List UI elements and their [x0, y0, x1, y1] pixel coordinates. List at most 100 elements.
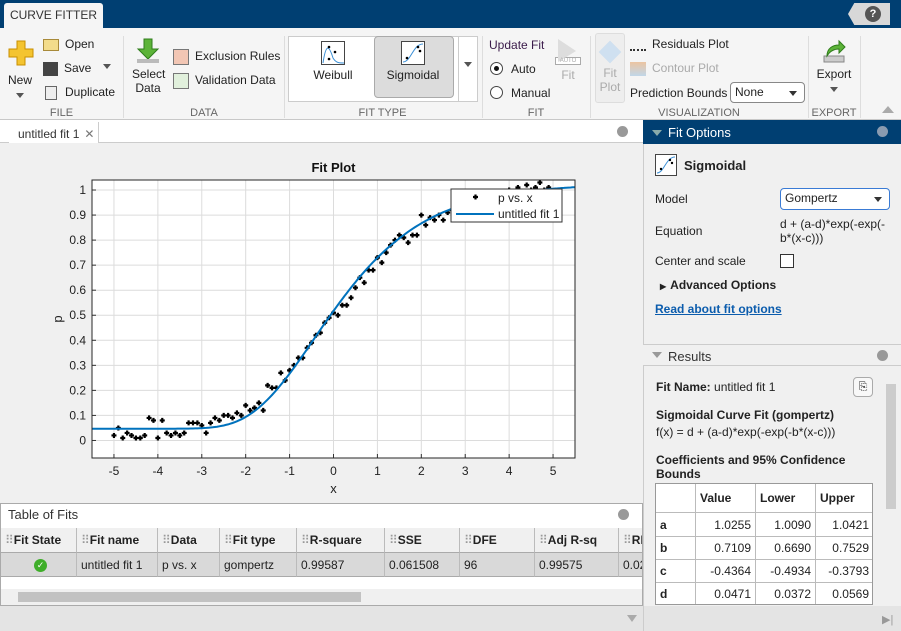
- data-label: Data: [135, 81, 161, 95]
- y-tick-label: 0.6: [69, 283, 86, 297]
- scroll-thumb[interactable]: [886, 384, 896, 509]
- table-cell[interactable]: 0.99575: [535, 553, 619, 577]
- y-tick-label: 0.2: [69, 383, 86, 397]
- column-header: Upper: [816, 484, 872, 513]
- fit-label: Fit: [561, 68, 575, 82]
- column-header-sse[interactable]: ⠿SSE: [385, 528, 460, 553]
- fit-plot-label: Fit: [603, 66, 617, 80]
- model-dropdown[interactable]: Gompertz: [780, 188, 890, 210]
- export-button[interactable]: Export: [812, 38, 856, 96]
- manual-radio[interactable]: [490, 86, 503, 99]
- tab-curve-fitter[interactable]: CURVE FITTER: [4, 3, 103, 28]
- results-scrollbar[interactable]: [884, 380, 898, 605]
- contour-plot-button[interactable]: Contour Plot: [630, 61, 719, 76]
- fit-type-weibull[interactable]: Weibull: [300, 41, 366, 82]
- fit-type-title: Sigmoidal: [684, 158, 747, 173]
- table-cell[interactable]: gompertz: [220, 553, 297, 577]
- center-scale-checkbox[interactable]: [780, 254, 794, 268]
- results-formula: f(x) = d + (a-d)*exp(-exp(-b*(x-c))): [656, 425, 836, 439]
- table-cell[interactable]: 0.02: [619, 553, 642, 577]
- save-button[interactable]: Save: [43, 61, 112, 76]
- collapse-ribbon-icon[interactable]: [882, 106, 894, 113]
- prediction-bounds-label: Prediction Bounds: [630, 86, 728, 100]
- export-icon: [823, 39, 846, 63]
- table-cell[interactable]: 96: [460, 553, 535, 577]
- x-tick-label: 1: [374, 464, 381, 478]
- table-cell[interactable]: untitled fit 1: [77, 553, 158, 577]
- panel-menu-icon[interactable]: [877, 126, 888, 137]
- column-header-adj-r-sq[interactable]: ⠿Adj R-sq: [535, 528, 619, 553]
- weibull-icon: [321, 41, 345, 65]
- fit-plot-chart[interactable]: -5 -4 -3 -2 -1 0 1 2 3 4 5 0 0.1 0.2 0.3 0.4 0.5 0.6 0.7 0.…: [0, 143, 643, 501]
- read-about-fit-options-link[interactable]: Read about fit options: [655, 302, 782, 316]
- check-circle-icon: ✓: [34, 559, 47, 573]
- column-header-fit-type[interactable]: ⠿Fit type: [220, 528, 297, 553]
- select-data-button[interactable]: Select Data: [132, 38, 165, 95]
- prediction-bounds-dropdown[interactable]: None: [730, 82, 805, 103]
- fit-state-cell[interactable]: ✓: [1, 553, 77, 577]
- table-cell[interactable]: 0.061508: [385, 553, 460, 577]
- expand-icon[interactable]: [627, 615, 637, 627]
- exclusion-rules-icon: [173, 49, 189, 65]
- close-icon[interactable]: ✕: [84, 127, 94, 141]
- fit-name-label: Fit Name:: [656, 380, 711, 394]
- column-header-fit-name[interactable]: ⠿Fit name: [77, 528, 158, 553]
- validation-data-button[interactable]: Validation Data: [173, 73, 276, 89]
- fit-plot-button[interactable]: Fit Plot: [595, 33, 625, 103]
- collapse-icon[interactable]: [652, 130, 662, 141]
- update-fit-label: Update Fit: [489, 38, 545, 52]
- new-button[interactable]: New: [8, 40, 34, 102]
- table-cell[interactable]: p vs. x: [158, 553, 220, 577]
- table-cell: 0.6690: [756, 537, 816, 560]
- data-section-label: DATA: [190, 107, 218, 119]
- open-button[interactable]: Open: [43, 37, 94, 51]
- fit-options-header[interactable]: Fit Options: [643, 120, 901, 144]
- table-cell[interactable]: 0.99587: [297, 553, 385, 577]
- y-tick-label: 0.5: [69, 308, 86, 322]
- y-tick-label: 0.9: [69, 208, 86, 222]
- y-tick-label: 0.8: [69, 233, 86, 247]
- x-tick-label: -5: [109, 464, 120, 478]
- panel-menu-icon[interactable]: [617, 126, 628, 137]
- gallery-expand-button[interactable]: [458, 36, 478, 102]
- scroll-thumb[interactable]: [18, 592, 361, 602]
- fits-horizontal-scrollbar[interactable]: [1, 589, 642, 605]
- copy-results-button[interactable]: ⎘: [853, 377, 873, 397]
- collapse-icon[interactable]: [652, 352, 662, 363]
- column-header: Lower: [756, 484, 816, 513]
- exclusion-rules-button[interactable]: Exclusion Rules: [173, 49, 280, 65]
- x-tick-label: 3: [462, 464, 469, 478]
- column-header-rmse[interactable]: ⠿RMSE: [619, 528, 642, 553]
- center-scale-label: Center and scale: [655, 254, 746, 268]
- column-header-dfe[interactable]: ⠿DFE: [460, 528, 535, 553]
- equation-label: Equation: [655, 224, 703, 238]
- column-header-fit-state[interactable]: ⠿Fit State: [1, 528, 77, 553]
- x-tick-label: -3: [196, 464, 207, 478]
- column-header-r-square[interactable]: ⠿R-square: [297, 528, 385, 553]
- fit-button[interactable]: AUTO Fit: [555, 38, 581, 82]
- divider: [808, 36, 809, 118]
- collapse-panel-icon[interactable]: ▶|: [882, 613, 893, 626]
- results-header[interactable]: Results: [643, 344, 901, 366]
- table-cell: -0.4934: [756, 560, 816, 583]
- table-cell: 0.7529: [816, 537, 872, 560]
- residuals-plot-button[interactable]: Residuals Plot: [630, 37, 729, 51]
- auto-label: Auto: [511, 62, 536, 76]
- advanced-options-toggle[interactable]: ▶ Advanced Options: [660, 278, 776, 292]
- duplicate-button[interactable]: Duplicate: [45, 85, 115, 100]
- fit-plot-label-2: Plot: [599, 80, 621, 94]
- tab-untitled-fit-1[interactable]: untitled fit 1 ✕: [9, 122, 99, 143]
- help-button[interactable]: ?: [848, 3, 890, 25]
- auto-radio[interactable]: [490, 62, 503, 75]
- fit-type-sigmoidal[interactable]: Sigmoidal: [380, 41, 446, 82]
- chevron-down-icon: [464, 62, 472, 71]
- column-header-data[interactable]: ⠿Data: [158, 528, 220, 553]
- divider: [860, 36, 861, 118]
- panel-menu-icon[interactable]: [877, 350, 888, 361]
- x-tick-label: 4: [506, 464, 513, 478]
- table-cell: 1.0421: [816, 513, 872, 537]
- equation-value: d + (a-d)*exp(-exp(-b*(x-c))): [780, 217, 886, 245]
- y-tick-label: 0.1: [69, 408, 86, 422]
- panel-menu-icon[interactable]: [618, 509, 629, 520]
- model-label: Model: [655, 192, 688, 206]
